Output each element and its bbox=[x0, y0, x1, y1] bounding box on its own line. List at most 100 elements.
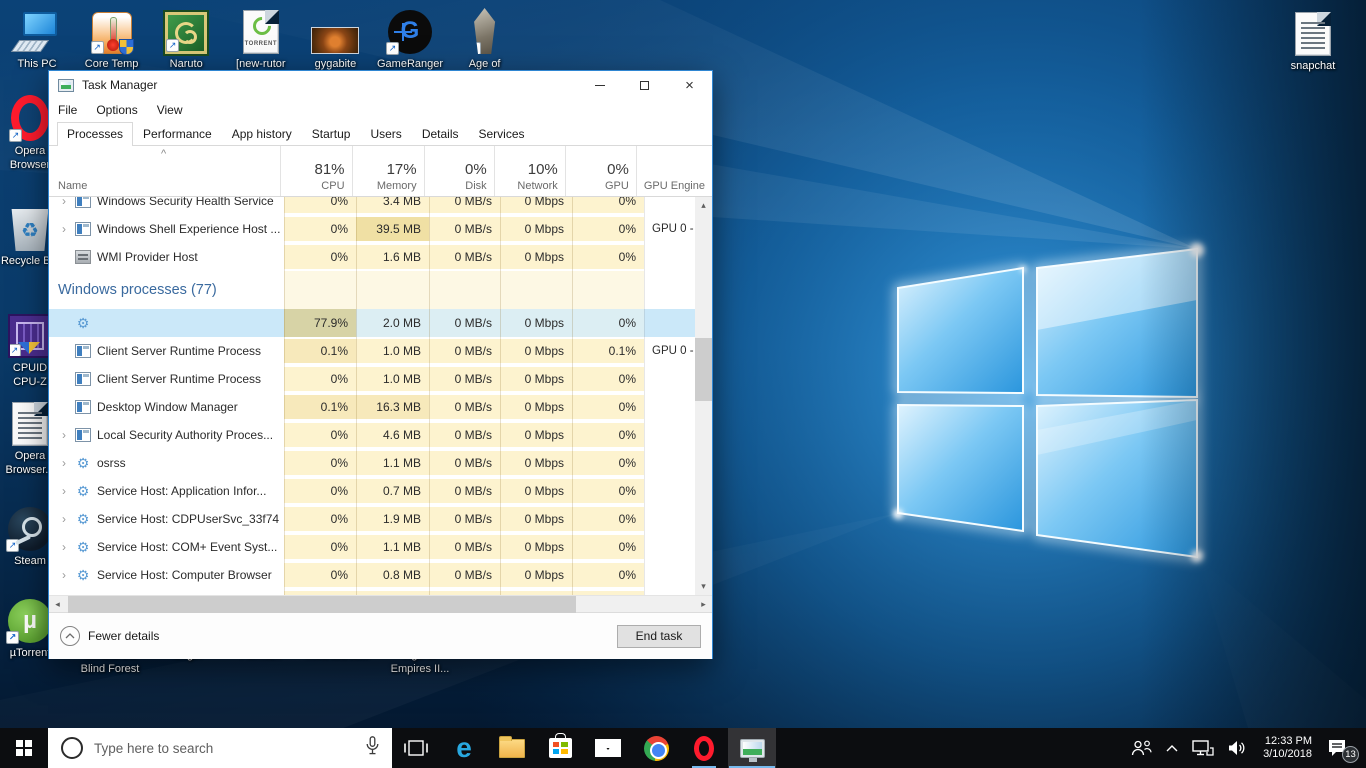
process-row[interactable]: ›Windows Shell Experience Host ...0%39.5… bbox=[49, 215, 695, 243]
taskbar-app-mail[interactable] bbox=[584, 728, 632, 768]
column-header-gpu-engine[interactable]: GPU Engine bbox=[636, 146, 712, 196]
cell-network: 0 Mbps bbox=[500, 505, 572, 533]
cell-memory: 1.9 MB bbox=[356, 505, 429, 533]
fewer-details-button[interactable]: Fewer details bbox=[60, 626, 159, 646]
task-view-button[interactable] bbox=[392, 728, 440, 768]
taskbar-app-file-explorer[interactable] bbox=[488, 728, 536, 768]
expand-chevron-icon[interactable]: › bbox=[57, 512, 71, 526]
process-row[interactable]: ›Windows Security Health Service0%3.4 MB… bbox=[49, 197, 695, 215]
tab-services[interactable]: Services bbox=[469, 122, 535, 146]
vertical-scrollbar[interactable]: ▴ ▾ bbox=[695, 197, 712, 595]
desktop-icon-snapchat[interactable]: snapchat bbox=[1280, 8, 1346, 73]
tab-startup[interactable]: Startup bbox=[302, 122, 361, 146]
volume-icon[interactable] bbox=[1221, 728, 1255, 768]
column-header-name[interactable]: ^ Name bbox=[49, 146, 280, 196]
new-rutor-icon: TORRENT bbox=[243, 6, 279, 54]
expand-chevron-icon[interactable]: › bbox=[57, 540, 71, 554]
close-button[interactable]: × bbox=[667, 71, 712, 99]
desktop-icon-naruto[interactable]: ↗Naruto bbox=[153, 6, 219, 71]
shortcut-arrow-icon: ↗ bbox=[386, 42, 399, 55]
scroll-left-icon[interactable]: ◂ bbox=[49, 596, 66, 613]
end-task-button[interactable]: End task bbox=[617, 625, 701, 648]
people-icon[interactable] bbox=[1124, 728, 1159, 768]
desktop-icon-gameranger[interactable]: G↗GameRanger bbox=[377, 6, 443, 71]
process-row[interactable]: ›⚙Service Host: Application Infor...0%0.… bbox=[49, 477, 695, 505]
minimize-button[interactable] bbox=[577, 71, 622, 99]
expand-chevron-icon[interactable]: › bbox=[57, 428, 71, 442]
desktop-icon-this-pc[interactable]: This PC bbox=[4, 6, 70, 71]
window-process-icon bbox=[75, 428, 91, 442]
process-row[interactable]: WMI Provider Host0%1.6 MB0 MB/s0 Mbps0% bbox=[49, 243, 695, 271]
tab-details[interactable]: Details bbox=[412, 122, 469, 146]
process-name-cell: ›Windows Shell Experience Host ... bbox=[49, 215, 284, 243]
taskbar-app-opera[interactable] bbox=[680, 728, 728, 768]
scroll-up-icon[interactable]: ▴ bbox=[695, 197, 712, 214]
process-group-header[interactable]: Windows processes (77) bbox=[49, 271, 695, 309]
window-process-icon bbox=[75, 372, 91, 386]
column-header-disk[interactable]: 0%Disk bbox=[424, 146, 494, 196]
desktop-icon-age-of-empires[interactable]: ↗Age of bbox=[452, 6, 518, 71]
scroll-down-icon[interactable]: ▾ bbox=[695, 578, 712, 595]
cell-gpu-engine bbox=[644, 243, 695, 271]
process-row[interactable]: ›⚙osrss0%1.1 MB0 MB/s0 Mbps0% bbox=[49, 449, 695, 477]
taskbar-app-store[interactable] bbox=[536, 728, 584, 768]
horizontal-scrollbar[interactable]: ◂ ▸ bbox=[49, 595, 712, 612]
menu-view[interactable]: View bbox=[157, 103, 183, 117]
taskbar-app-edge[interactable]: e bbox=[440, 728, 488, 768]
process-row[interactable]: Desktop Window Manager0.1%16.3 MB0 MB/s0… bbox=[49, 393, 695, 421]
opera-browser-doc-icon bbox=[12, 398, 48, 446]
tab-users[interactable]: Users bbox=[360, 122, 411, 146]
desktop-icon-gygabite[interactable]: gygabite bbox=[302, 6, 368, 71]
title-bar[interactable]: Task Manager × bbox=[49, 71, 712, 99]
process-row[interactable]: Client Server Runtime Process0%1.0 MB0 M… bbox=[49, 365, 695, 393]
cell-cpu: 0.1% bbox=[284, 337, 356, 365]
process-row[interactable]: ›⚙Service Host: Computer Browser0%0.8 MB… bbox=[49, 561, 695, 589]
menu-options[interactable]: Options bbox=[96, 103, 137, 117]
process-row[interactable]: ›Local Security Authority Proces...0%4.6… bbox=[49, 421, 695, 449]
naruto-icon: ↗ bbox=[165, 6, 207, 54]
expand-chevron-icon[interactable]: › bbox=[57, 222, 71, 236]
column-header-network[interactable]: 10%Network bbox=[494, 146, 565, 196]
cell-disk: 0 MB/s bbox=[429, 533, 500, 561]
expand-chevron-icon[interactable]: › bbox=[57, 456, 71, 470]
taskbar-app-task-manager[interactable] bbox=[728, 728, 776, 768]
menu-file[interactable]: File bbox=[58, 103, 77, 117]
desktop-icon-core-temp[interactable]: ↗Core Temp bbox=[79, 6, 145, 71]
horizontal-scroll-thumb[interactable] bbox=[68, 596, 576, 613]
action-center-icon[interactable]: 13 bbox=[1320, 728, 1361, 768]
tab-app-history[interactable]: App history bbox=[222, 122, 302, 146]
process-row[interactable]: ›⚙Service Host: COM+ Event Syst...0%1.1 … bbox=[49, 533, 695, 561]
maximize-button[interactable] bbox=[622, 71, 667, 99]
hidden-icons-chevron[interactable] bbox=[1159, 728, 1185, 768]
tab-processes[interactable]: Processes bbox=[57, 122, 133, 146]
scroll-right-icon[interactable]: ▸ bbox=[695, 596, 712, 613]
vertical-scroll-thumb[interactable] bbox=[695, 338, 712, 401]
tab-performance[interactable]: Performance bbox=[133, 122, 222, 146]
cell-disk: 0 MB/s bbox=[429, 477, 500, 505]
network-icon[interactable] bbox=[1185, 728, 1221, 768]
gygabite-icon bbox=[311, 6, 359, 54]
column-header-gpu[interactable]: 0%GPU bbox=[565, 146, 636, 196]
expand-chevron-icon[interactable]: › bbox=[57, 568, 71, 582]
window-title: Task Manager bbox=[82, 78, 157, 92]
shortcut-arrow-icon: ↗ bbox=[166, 39, 179, 52]
column-header-cpu[interactable]: 81%CPU bbox=[280, 146, 351, 196]
expand-chevron-icon[interactable]: › bbox=[57, 484, 71, 498]
cell-disk: 0 MB/s bbox=[429, 449, 500, 477]
process-name: Service Host: Computer Browser bbox=[97, 568, 272, 582]
desktop-icon-new-rutor[interactable]: TORRENT[new-rutor bbox=[228, 6, 294, 71]
clock[interactable]: 12:33 PM 3/10/2018 bbox=[1255, 728, 1320, 768]
column-header-memory[interactable]: 17%Memory bbox=[352, 146, 424, 196]
opera-icon bbox=[694, 736, 714, 761]
taskbar-app-chrome[interactable] bbox=[632, 728, 680, 768]
microphone-icon[interactable] bbox=[366, 736, 379, 760]
cell-disk: 0 MB/s bbox=[429, 243, 500, 271]
process-row[interactable]: Client Server Runtime Process0.1%1.0 MB0… bbox=[49, 337, 695, 365]
cell-gpu: 0% bbox=[572, 533, 644, 561]
process-row[interactable]: ›⚙Service Host: CDPUserSvc_33f740%1.9 MB… bbox=[49, 505, 695, 533]
start-button[interactable] bbox=[0, 728, 48, 768]
gear-process-icon: ⚙ bbox=[75, 540, 91, 554]
expand-chevron-icon[interactable]: › bbox=[57, 197, 71, 208]
search-box[interactable]: Type here to search bbox=[48, 728, 392, 768]
process-row[interactable]: ⚙77.9%2.0 MB0 MB/s0 Mbps0% bbox=[49, 309, 695, 337]
